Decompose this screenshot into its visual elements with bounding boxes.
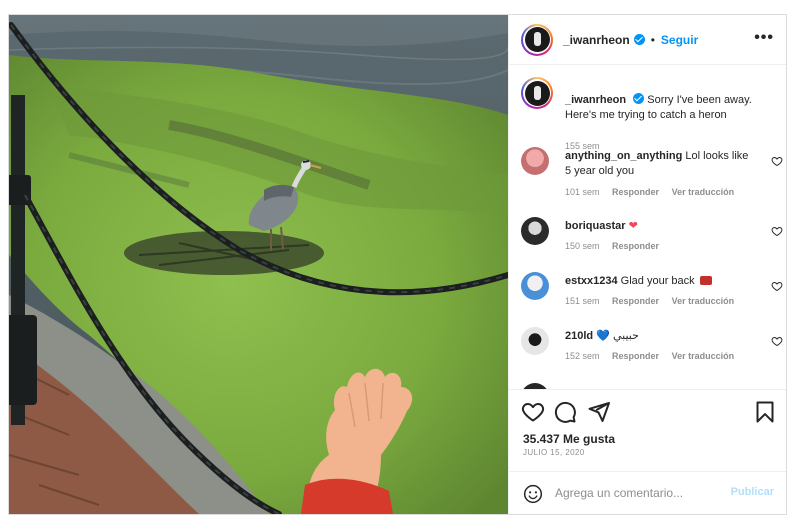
reply-button[interactable]: Responder — [612, 241, 659, 251]
verified-badge-icon — [633, 34, 645, 45]
comment-text-block: 210ld 💙 حبيبي — [565, 329, 755, 344]
post-photo[interactable] — [9, 15, 508, 514]
comment-text-block: anything_on_anything Lol looks like 5 ye… — [565, 149, 755, 179]
post-header: _iwanrheon • Seguir ••• — [509, 15, 786, 65]
like-comment-heart-icon[interactable] — [771, 335, 783, 347]
comments-list[interactable]: _iwanrheon Sorry I've been away. Here's … — [509, 65, 786, 389]
share-icon[interactable] — [587, 400, 611, 424]
more-options-icon[interactable]: ••• — [754, 30, 774, 46]
comment-username[interactable]: 210ld — [565, 330, 593, 342]
comment-text-block: boriquastar ❤ — [565, 219, 755, 234]
comment-time[interactable]: 150 sem — [565, 241, 600, 251]
post-side-panel: _iwanrheon • Seguir ••• _iwanrheon Sorry… — [508, 15, 786, 514]
header-separator: • — [650, 32, 655, 47]
comment-item: 210ld 💙 حبيبي 152 sem Responder Ver trad… — [521, 327, 783, 377]
comment-input[interactable] — [555, 482, 725, 504]
comment-meta: 101 sem Responder Ver traducción — [565, 187, 744, 197]
comment-text: Glad your back — [620, 275, 695, 287]
comment-time[interactable]: 151 sem — [565, 296, 600, 306]
comment-item: anything_on_anything Lol looks like 5 ye… — [521, 147, 783, 197]
reply-button[interactable]: Responder — [612, 296, 659, 306]
comment-meta: 151 sem Responder Ver traducción — [565, 296, 744, 306]
caption-username[interactable]: _iwanrheon — [565, 94, 626, 106]
comment-username[interactable]: anything_on_anything — [565, 150, 682, 162]
comment-item: estxx1234 Glad your back 151 sem Respond… — [521, 272, 783, 322]
commenter-avatar[interactable] — [521, 327, 549, 355]
comment-item: boriquastar ❤ 150 sem Responder — [521, 217, 783, 267]
comment-time[interactable]: 101 sem — [565, 187, 600, 197]
comment-text-block: estxx1234 Glad your back — [565, 274, 755, 289]
like-comment-heart-icon[interactable] — [771, 155, 783, 167]
comment-emoji — [699, 276, 712, 285]
heron-photo-illustration — [9, 15, 508, 514]
like-comment-heart-icon[interactable] — [771, 280, 783, 292]
comment-meta: 152 sem Responder Ver traducción — [565, 351, 744, 361]
like-comment-heart-icon[interactable] — [771, 225, 783, 237]
caption-avatar[interactable] — [521, 77, 553, 109]
post-container: _iwanrheon • Seguir ••• _iwanrheon Sorry… — [8, 14, 787, 515]
emoji-icon[interactable] — [523, 484, 543, 504]
comment-time[interactable]: 152 sem — [565, 351, 600, 361]
commenter-avatar[interactable] — [521, 217, 549, 245]
post-date[interactable]: JULIO 15, 2020 — [523, 448, 585, 457]
comment-username[interactable]: boriquastar — [565, 220, 626, 232]
heart-icon[interactable] — [521, 400, 545, 424]
reply-button[interactable]: Responder — [612, 187, 659, 197]
reply-button[interactable]: Responder — [612, 351, 659, 361]
comment-text: حبيبي — [612, 330, 639, 342]
publish-button[interactable]: Publicar — [731, 486, 774, 498]
author-username[interactable]: _iwanrheon — [563, 33, 630, 47]
comment-emoji: 💙 — [596, 330, 610, 342]
comment-meta: 150 sem Responder — [565, 241, 669, 251]
likes-count[interactable]: 35.437 Me gusta — [523, 432, 615, 446]
comment-emoji: ❤ — [628, 220, 638, 232]
follow-button[interactable]: Seguir — [661, 33, 698, 47]
author-avatar[interactable] — [521, 23, 553, 56]
see-translation-button[interactable]: Ver traducción — [672, 296, 735, 306]
add-comment-bar: Publicar — [509, 471, 786, 514]
caption-text-block: _iwanrheon Sorry I've been away. Here's … — [565, 93, 775, 123]
comment-username[interactable]: estxx1234 — [565, 275, 618, 287]
commenter-avatar[interactable] — [521, 147, 549, 175]
verified-badge-icon — [633, 93, 645, 104]
see-translation-button[interactable]: Ver traducción — [672, 187, 735, 197]
comment-icon[interactable] — [553, 400, 577, 424]
post-actions: 35.437 Me gusta JULIO 15, 2020 — [509, 389, 786, 471]
bookmark-icon[interactable] — [753, 400, 777, 424]
see-translation-button[interactable]: Ver traducción — [672, 351, 735, 361]
commenter-avatar[interactable] — [521, 272, 549, 300]
